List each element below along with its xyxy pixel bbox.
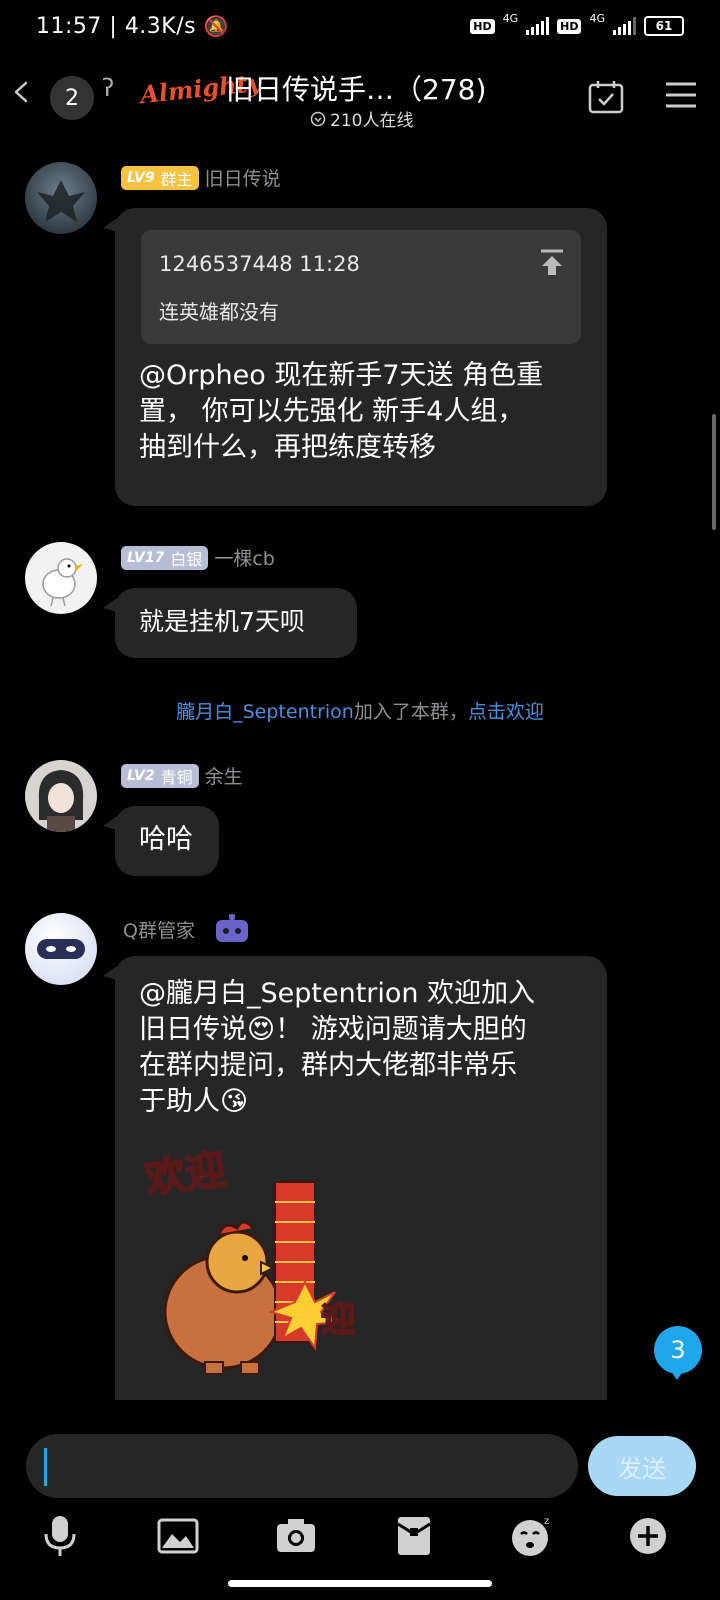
welcome-sticker[interactable]: 欢迎 迎 <box>142 1142 385 1392</box>
online-count[interactable]: 210人在线 <box>310 106 413 131</box>
bubble-tail <box>103 218 117 232</box>
message-text: @Orpheo 现在新手7天送 角色重 置， 你可以先强化 新手4人组， 抽到什… <box>139 358 591 466</box>
sender-name[interactable]: Q群管家 <box>123 916 195 943</box>
join-notice-text: 加入了本群， <box>353 701 468 723</box>
chat-header: 2 ʔ Almighty 旧日传说手…（278) 210人在线 <box>0 60 720 140</box>
status-left: 11:57 | 4.3K/s 🔕 <box>36 14 229 39</box>
badge-tail <box>670 1370 684 1380</box>
sender-name[interactable]: 余生 <box>205 762 243 789</box>
quote-text: 连英雄都没有 <box>159 300 279 324</box>
silver-tag: LV17 白银 <box>121 545 209 570</box>
battery-icon: 61 <box>644 16 684 36</box>
role-label: 青铜 <box>160 767 193 787</box>
message-text: 哈哈 <box>139 824 193 855</box>
plus-icon[interactable] <box>626 1514 670 1558</box>
sender-row: Q群管家 <box>123 914 251 944</box>
scrollbar[interactable] <box>712 414 716 530</box>
message-bubble[interactable]: @朧月白_Septentrion 欢迎加入 旧日传说😍！ 游戏问题请大胆的 在群… <box>115 956 607 1400</box>
red-packet-icon[interactable] <box>392 1514 436 1558</box>
bubble-tail <box>103 598 117 612</box>
checkin-calendar-icon[interactable] <box>588 80 624 114</box>
robot-bot-icon <box>215 914 248 942</box>
send-button[interactable]: 发送 <box>588 1436 696 1496</box>
new-member-link[interactable]: 朧月白_Septentrion <box>176 701 354 723</box>
avatar[interactable] <box>25 542 97 614</box>
message-line: @Orpheo 现在新手7天送 角色重 <box>139 360 544 391</box>
message-text: @朧月白_Septentrion 欢迎加入 旧日传说😍！ 游戏问题请大胆的 在群… <box>139 976 591 1120</box>
avatar[interactable] <box>25 162 97 234</box>
emoji-icon[interactable]: z <box>510 1514 554 1558</box>
network-type-2: 4G <box>589 11 605 25</box>
signal-icon <box>526 17 550 35</box>
message-line: 旧日传说😍！ 游戏问题请大胆的 <box>139 1014 527 1045</box>
new-messages-badge[interactable]: 3 <box>654 1326 702 1374</box>
bubble-tail <box>103 966 117 980</box>
sender-row: LV2 青铜 余生 <box>121 762 243 789</box>
welcome-link[interactable]: 点击欢迎 <box>468 701 544 723</box>
sender-row: LV17 白银 一棵cb <box>121 544 275 571</box>
ear-icon[interactable]: ʔ <box>102 74 114 102</box>
rooster-firecracker-illustration <box>163 1181 345 1375</box>
menu-icon[interactable] <box>664 80 698 110</box>
role-label: 白银 <box>170 549 203 569</box>
quoted-message[interactable]: 1246537448 11:28 连英雄都没有 <box>141 230 581 344</box>
message-input[interactable] <box>26 1434 578 1498</box>
level-label: LV17 <box>127 549 165 566</box>
message-bubble[interactable]: 就是挂机7天呗 <box>115 588 357 658</box>
level-label: LV2 <box>127 767 155 784</box>
avatar[interactable] <box>25 760 97 832</box>
hd-badge: HD <box>470 18 495 34</box>
home-indicator[interactable] <box>228 1580 492 1587</box>
bird-avatar-image <box>42 558 83 607</box>
message-line: @朧月白_Septentrion 欢迎加入 <box>139 978 536 1009</box>
unread-count-badge[interactable]: 2 <box>50 76 94 120</box>
mute-bell-icon: 🔕 <box>203 14 230 38</box>
text-cursor <box>44 1448 47 1486</box>
camera-icon[interactable] <box>274 1514 318 1558</box>
avatar[interactable] <box>25 913 97 985</box>
status-divider: | <box>109 14 125 39</box>
status-bar: 11:57 | 4.3K/s 🔕 HD 4G HD 4G 61 <box>0 0 720 60</box>
microphone-icon[interactable] <box>38 1514 82 1558</box>
image-icon[interactable] <box>156 1514 200 1558</box>
net-speed: 4.3K/s <box>124 14 197 39</box>
status-right: HD 4G HD 4G 61 <box>470 12 684 36</box>
signal-icon-2 <box>613 17 636 35</box>
sender-row: LV9 群主 旧日传说 <box>121 164 281 191</box>
dark-angel-avatar-image <box>37 180 85 222</box>
bubble-tail <box>103 816 117 830</box>
chevron-circle-icon <box>310 111 326 126</box>
message-line: 于助人😘 <box>139 1086 249 1117</box>
anime-boy-avatar-image <box>38 770 84 832</box>
network-type: 4G <box>502 11 519 25</box>
message-text: 就是挂机7天呗 <box>139 607 305 636</box>
message-line: 置， 你可以先强化 新手4人组， <box>139 396 525 427</box>
back-arrow-icon[interactable] <box>10 80 34 104</box>
jump-to-top-icon[interactable] <box>539 248 565 276</box>
join-notice: 朧月白_Septentrion加入了本群，点击欢迎 <box>0 697 720 724</box>
clock: 11:57 <box>36 14 102 39</box>
group-title[interactable]: 旧日传说手…（278) <box>226 68 486 108</box>
sender-name[interactable]: 旧日传说 <box>205 164 281 191</box>
message-bubble[interactable]: 1246537448 11:28 连英雄都没有 @Orpheo 现在新手7天送 … <box>115 208 607 506</box>
hd-badge-2: HD <box>557 18 582 34</box>
message-line: 抽到什么，再把练度转移 <box>139 432 436 463</box>
sender-name[interactable]: 一棵cb <box>214 544 275 571</box>
bronze-tag: LV2 青铜 <box>121 763 199 788</box>
online-count-text: 210人在线 <box>330 111 414 131</box>
message-line: 在群内提问，群内大佬都非常乐 <box>139 1050 517 1081</box>
owner-tag: LV9 群主 <box>121 165 199 190</box>
message-bubble[interactable]: 哈哈 <box>115 806 219 876</box>
robot-avatar-image <box>37 939 85 959</box>
quote-header: 1246537448 11:28 <box>159 252 360 276</box>
level-label: LV9 <box>127 169 155 186</box>
role-label: 群主 <box>160 169 193 189</box>
sticker-caption-side: 迎 <box>320 1299 356 1341</box>
svg-text:z: z <box>544 1516 549 1527</box>
